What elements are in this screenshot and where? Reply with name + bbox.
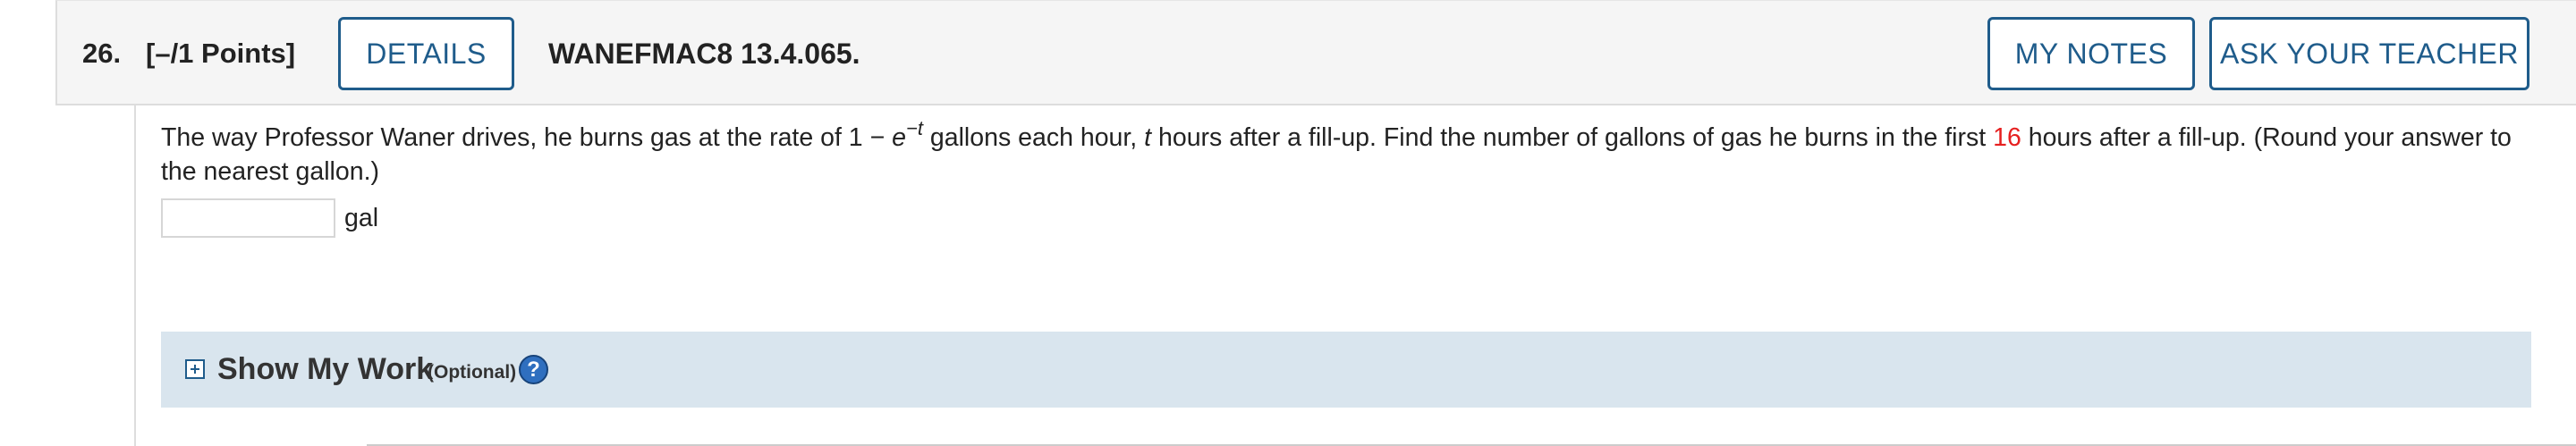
optional-label: (Optional) — [428, 362, 517, 383]
question-text: The way Professor Waner drives, he burns… — [161, 118, 2540, 189]
question-circle-icon[interactable]: ? — [519, 355, 548, 384]
details-button[interactable]: DETAILS — [338, 17, 514, 90]
my-notes-button[interactable]: MY NOTES — [1987, 17, 2195, 90]
math-exponent: −t — [906, 116, 923, 139]
question-id: WANEFMAC8 13.4.065. — [548, 38, 860, 70]
question-page: 26. [–/1 Points] DETAILS WANEFMAC8 13.4.… — [0, 0, 2576, 446]
plus-box-icon[interactable] — [185, 359, 205, 379]
show-my-work-label[interactable]: Show My Work — [217, 349, 433, 389]
content-left-border — [134, 105, 136, 446]
math-e: e — [892, 123, 906, 152]
math-t: t — [1144, 123, 1152, 152]
question-text-part2: gallons each hour, — [922, 123, 1145, 152]
points-label: [–/1 Points] — [146, 38, 296, 69]
answer-input[interactable] — [161, 198, 335, 238]
highlight-value: 16 — [1993, 123, 2021, 152]
unit-label: gal — [344, 204, 379, 232]
ask-your-teacher-button[interactable]: ASK YOUR TEACHER — [2209, 17, 2529, 90]
show-my-work-panel[interactable]: Show My Work (Optional) ? — [161, 332, 2531, 408]
question-text-part1: The way Professor Waner drives, he burns… — [161, 123, 893, 152]
question-number: 26. — [82, 38, 122, 69]
question-text-part3: hours after a fill-up. Find the number o… — [1151, 123, 1994, 152]
